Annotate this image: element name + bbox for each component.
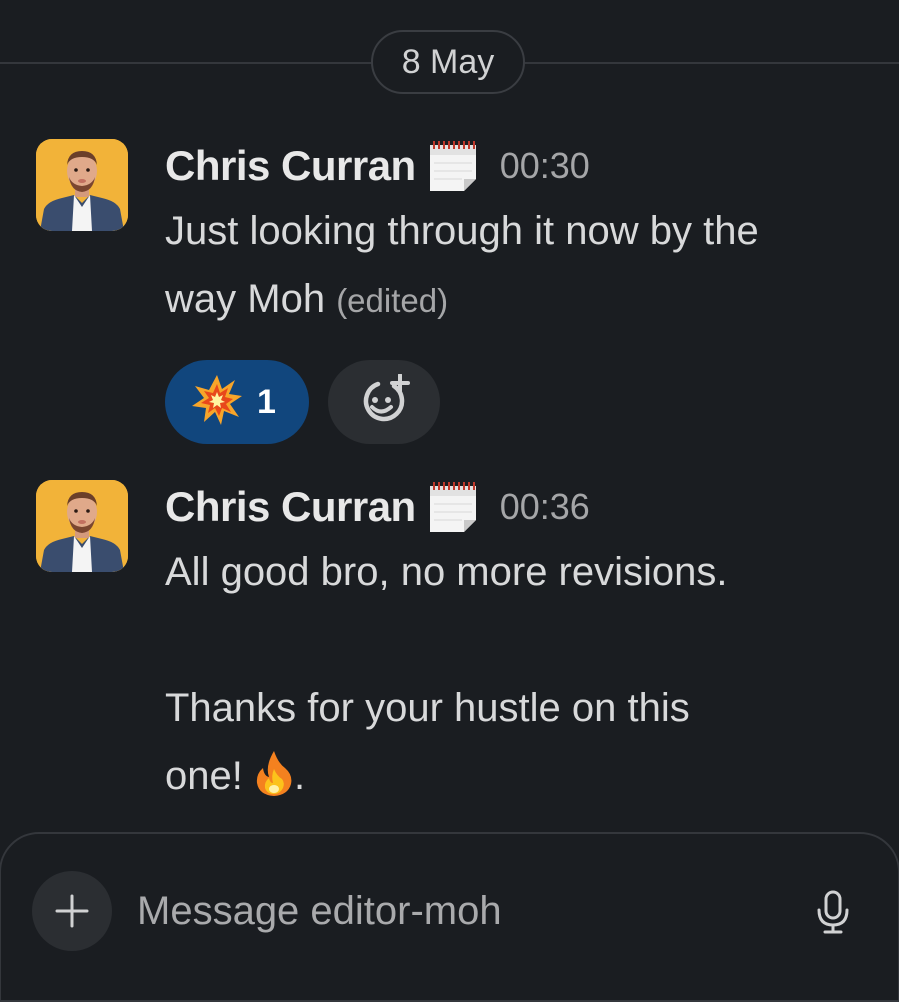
message-line: . [293,754,306,798]
message-line: Thanks for your hustle on this [165,686,690,730]
sender-name[interactable]: Chris Curran [165,142,416,190]
reaction-count: 1 [257,382,276,421]
date-pill[interactable]: 8 May [371,30,525,94]
message-input[interactable] [137,878,737,944]
collision-emoji [191,374,243,431]
sender-name[interactable]: Chris Curran [165,483,416,531]
message-timestamp[interactable]: 00:30 [500,145,590,187]
reactions-bar: 1 [165,360,440,444]
add-emoji-icon [363,374,410,422]
attach-button[interactable] [32,871,112,951]
message-header: Chris Curran 00:30 [165,139,590,193]
reaction-collision[interactable]: 1 [165,360,309,444]
message-line-with-edited: way Moh (edited) [165,265,865,335]
message-header: Chris Curran 00:36 [165,480,590,534]
avatar[interactable] [36,139,128,231]
message: Chris Curran 00:36 All good bro, no more… [0,480,899,820]
avatar[interactable] [36,480,128,572]
message-text: All good bro, no more revisions. Thanks … [165,538,865,818]
avatar-photo [36,139,128,231]
fire-emoji [254,749,294,818]
message-line: way Moh [165,277,326,321]
message-text: Just looking through it now by the way M… [165,197,865,335]
message-line: All good bro, no more revisions. [165,550,728,594]
plus-icon [55,894,89,928]
message-line: Just looking through it now by the [165,209,759,253]
message: Chris Curran 00:30 Just looking through … [0,139,899,449]
add-reaction-button[interactable] [328,360,440,444]
avatar-photo [36,480,128,572]
calendar-icon [428,480,480,534]
edited-label: (edited) [336,282,449,319]
message-line: one! [165,754,243,798]
message-composer [0,832,899,1002]
message-line-with-emoji: one! . [165,742,865,818]
microphone-icon [817,890,849,934]
voice-record-button[interactable] [809,886,857,938]
message-timestamp[interactable]: 00:36 [500,486,590,528]
date-divider: 8 May [0,30,899,96]
calendar-icon [428,139,480,193]
